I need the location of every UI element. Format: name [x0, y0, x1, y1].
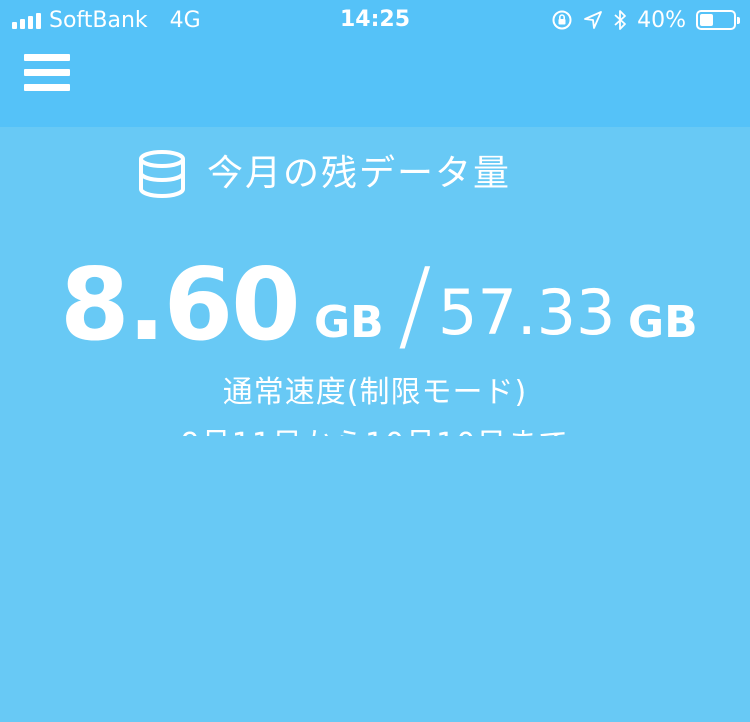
status-bar: SoftBank 4G 14:25 40% — [0, 0, 750, 40]
status-bar-right: 40% — [551, 6, 740, 34]
database-icon — [139, 150, 185, 198]
battery-level-fill — [700, 14, 713, 26]
separator-slash: / — [398, 246, 432, 363]
bluetooth-icon — [614, 10, 626, 30]
total-data-unit: GB — [628, 297, 698, 348]
data-usage-title: 今月の残データ量 — [207, 153, 512, 194]
total-data-value: 57.33 — [438, 276, 616, 349]
battery-icon — [696, 10, 740, 30]
data-usage-heading: 今月の残データ量 — [137, 148, 511, 200]
battery-percent: 40% — [637, 7, 686, 33]
remaining-data-unit: GB — [314, 297, 384, 348]
hamburger-menu-icon[interactable] — [24, 54, 70, 94]
billing-period-clip: 9月11日から10月10日まで — [0, 424, 750, 436]
billing-period-label: 9月11日から10月10日まで — [0, 424, 750, 436]
battery-cap — [737, 17, 740, 24]
remaining-data-value: 8.60 — [60, 246, 301, 363]
data-usage-amount: 8.60 GB / 57.33 GB — [60, 245, 720, 365]
speed-mode-label: 通常速度(制限モード) — [222, 375, 528, 410]
app-header: SoftBank 4G 14:25 40% — [0, 0, 750, 127]
rotation-lock-icon — [552, 10, 572, 30]
location-arrow-icon — [584, 11, 602, 29]
